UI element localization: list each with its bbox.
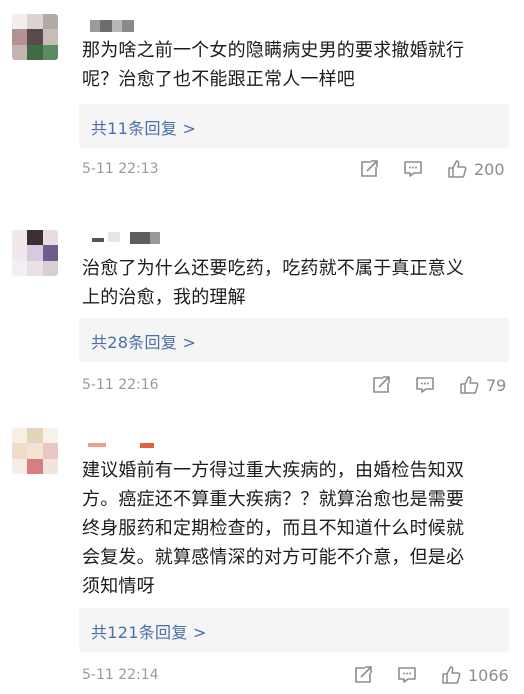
- view-replies-button[interactable]: 共121条回复 >: [79, 608, 509, 652]
- like-icon[interactable]: [446, 158, 468, 180]
- timestamp: 5-11 22:16: [82, 377, 159, 393]
- like-icon[interactable]: [458, 374, 480, 396]
- comment-meta: 5-11 22:16 79: [82, 374, 512, 396]
- comment-text-line: 治愈了为什么还要吃药，吃药就不属于真正意义: [82, 258, 465, 279]
- comment-text-line: 上的治愈，我的理解: [82, 287, 246, 308]
- view-replies-button[interactable]: 共11条回复 >: [79, 104, 509, 148]
- comment-icon[interactable]: [414, 374, 436, 396]
- share-icon[interactable]: [358, 158, 380, 180]
- comment-text-line: 会复发。就算感情深的对方可能不介意，但是必: [82, 547, 465, 568]
- comment-meta: 5-11 22:13 200: [82, 158, 512, 180]
- view-replies-label[interactable]: 共121条回复 >: [91, 619, 207, 643]
- timestamp: 5-11 22:13: [82, 161, 159, 177]
- username-pixelated[interactable]: [82, 232, 172, 246]
- comment-meta: 5-11 22:14 1066: [82, 664, 512, 686]
- avatar[interactable]: [12, 230, 58, 276]
- comment-text-line: 终身服药和定期检查的，而且不知道什么时候就: [82, 518, 465, 539]
- view-replies-label[interactable]: 共11条回复 >: [91, 115, 196, 139]
- avatar[interactable]: [12, 14, 58, 60]
- timestamp: 5-11 22:14: [82, 667, 159, 683]
- comment-icon[interactable]: [402, 158, 424, 180]
- like-icon[interactable]: [440, 664, 462, 686]
- comment-text-line: 方。癌症还不算重大疾病？？就算治愈也是需要: [82, 489, 465, 510]
- share-icon[interactable]: [352, 664, 374, 686]
- avatar[interactable]: [12, 428, 58, 474]
- like-count: 1066: [468, 666, 509, 685]
- comment-text-line: 建议婚前有一方得过重大疾病的，由婚检告知双: [82, 460, 465, 481]
- view-replies-label[interactable]: 共28条回复 >: [91, 329, 196, 353]
- comment-text-line: 须知情呀: [82, 576, 155, 597]
- view-replies-button[interactable]: 共28条回复 >: [79, 318, 509, 362]
- username-pixelated[interactable]: [82, 440, 162, 454]
- comment-text: 建议婚前有一方得过重大疾病的，由婚检告知双 方。癌症还不算重大疾病？？就算治愈也…: [82, 456, 512, 601]
- comment-text: 治愈了为什么还要吃药，吃药就不属于真正意义 上的治愈，我的理解: [82, 254, 512, 312]
- comment-text-line: 那为啥之前一个女的隐瞒病史男的要求撤婚就行: [82, 40, 465, 61]
- comment-text: 那为啥之前一个女的隐瞒病史男的要求撤婚就行 呢？治愈了也不能跟正常人一样吧: [82, 36, 512, 94]
- like-count: 79: [486, 376, 507, 395]
- comment-text-line: 呢？治愈了也不能跟正常人一样吧: [82, 69, 355, 90]
- share-icon[interactable]: [370, 374, 392, 396]
- comment-icon[interactable]: [396, 664, 418, 686]
- like-count: 200: [474, 160, 505, 179]
- username-pixelated[interactable]: [82, 20, 162, 34]
